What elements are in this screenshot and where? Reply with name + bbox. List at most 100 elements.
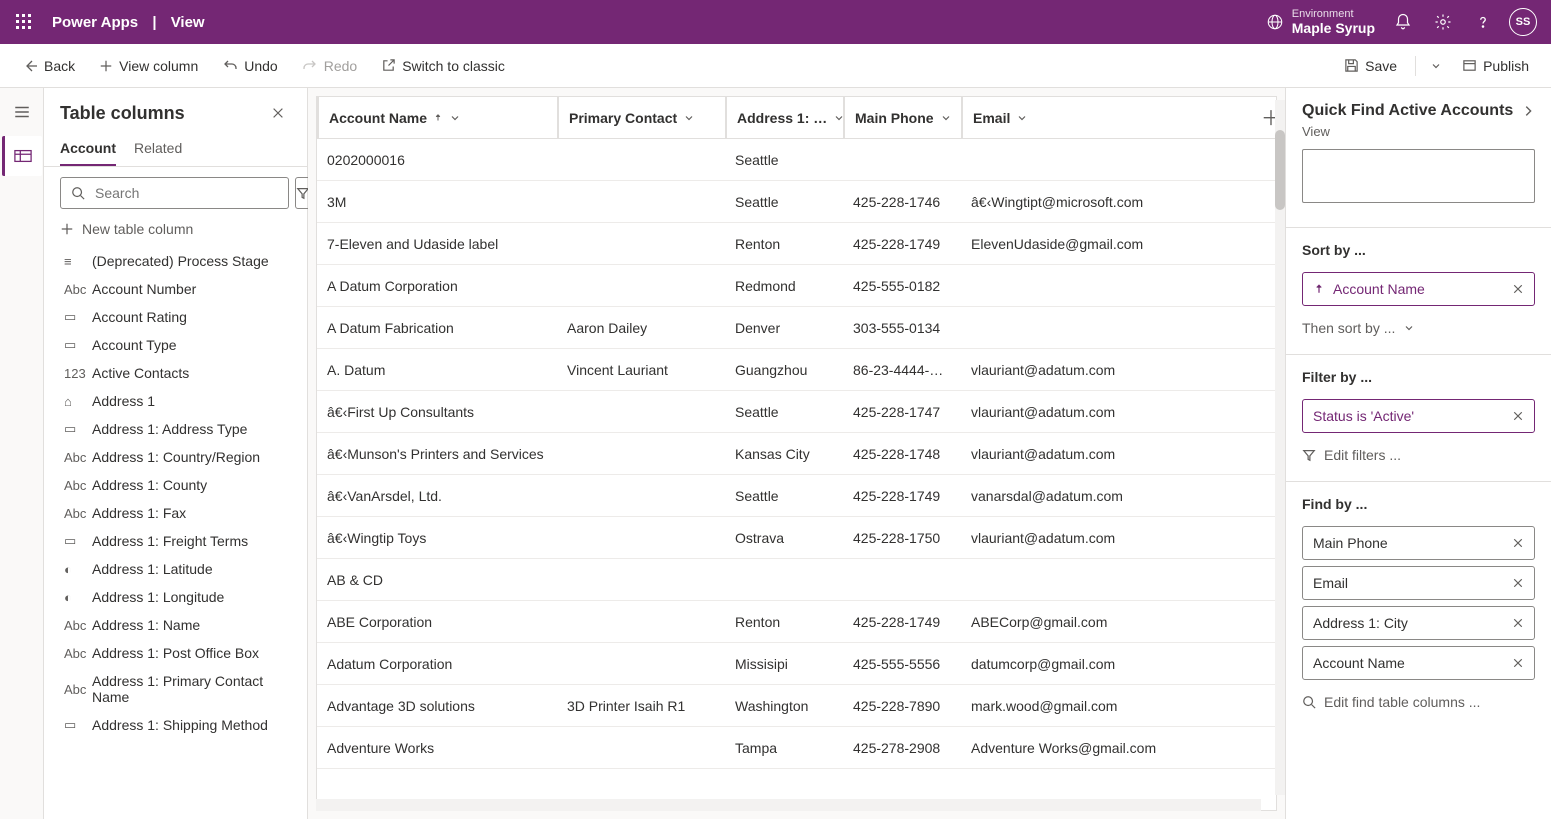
- publish-button[interactable]: Publish: [1452, 50, 1539, 82]
- remove-chip-icon[interactable]: [1512, 537, 1524, 549]
- column-header-primary-contact[interactable]: Primary Contact: [557, 97, 725, 138]
- table-row[interactable]: â€‹Wingtip ToysOstrava425-228-1750vlauri…: [317, 517, 1276, 559]
- column-item[interactable]: ▭Address 1: Address Type: [60, 415, 299, 443]
- table-row[interactable]: A Datum CorporationRedmond425-555-0182: [317, 265, 1276, 307]
- table-row[interactable]: Adventure WorksTampa425-278-2908Adventur…: [317, 727, 1276, 769]
- vertical-scrollbar[interactable]: [1275, 100, 1285, 795]
- column-item[interactable]: AbcAddress 1: Post Office Box: [60, 639, 299, 667]
- table-row[interactable]: 7-Eleven and Udaside labelRenton425-228-…: [317, 223, 1276, 265]
- help-icon[interactable]: [1463, 2, 1503, 42]
- column-item[interactable]: ▭Account Type: [60, 331, 299, 359]
- undo-button[interactable]: Undo: [212, 50, 287, 82]
- filter-by-heading: Filter by ...: [1286, 361, 1551, 393]
- table-cell: Advantage 3D solutions: [317, 698, 557, 714]
- table-row[interactable]: AB & CD: [317, 559, 1276, 601]
- column-header-email[interactable]: Email: [961, 97, 1276, 138]
- table-row[interactable]: â€‹First Up ConsultantsSeattle425-228-17…: [317, 391, 1276, 433]
- chevron-down-icon[interactable]: [833, 112, 843, 124]
- then-sort-by-button[interactable]: Then sort by ...: [1286, 312, 1551, 344]
- column-item[interactable]: ◐Address 1: Latitude: [60, 555, 299, 583]
- avatar-button[interactable]: SS: [1503, 2, 1543, 42]
- chevron-down-icon[interactable]: [449, 112, 461, 124]
- switch-classic-button[interactable]: Switch to classic: [371, 50, 515, 82]
- horizontal-scrollbar[interactable]: [316, 799, 1261, 811]
- chevron-down-icon[interactable]: [1016, 112, 1028, 124]
- table-cell: Missisipi: [725, 656, 843, 672]
- name-input[interactable]: [1302, 149, 1535, 203]
- find-chip[interactable]: Address 1: City: [1302, 606, 1535, 640]
- find-chip[interactable]: Account Name: [1302, 646, 1535, 680]
- field-type-icon: Abc: [64, 682, 82, 697]
- environment-selector[interactable]: Environment Maple Syrup: [1266, 8, 1375, 37]
- column-item[interactable]: ▭Address 1: Freight Terms: [60, 527, 299, 555]
- hamburger-icon[interactable]: [2, 92, 42, 132]
- table-cell: A Datum Fabrication: [317, 320, 557, 336]
- table-cell: mark.wood@gmail.com: [961, 698, 1276, 714]
- sort-by-heading: Sort by ...: [1286, 234, 1551, 266]
- chevron-down-icon[interactable]: [940, 112, 952, 124]
- view-column-button[interactable]: View column: [89, 50, 208, 82]
- column-item[interactable]: ◐Address 1: Longitude: [60, 583, 299, 611]
- column-item[interactable]: ⌂Address 1: [60, 387, 299, 415]
- column-item[interactable]: AbcAddress 1: Primary Contact Name: [60, 667, 299, 711]
- collapse-panel-button[interactable]: [1521, 104, 1535, 118]
- table-cell: 425-555-0182: [843, 278, 961, 294]
- sort-chip-account-name[interactable]: Account Name: [1302, 272, 1535, 306]
- filter-chip-status-active[interactable]: Status is 'Active': [1302, 399, 1535, 433]
- search-field[interactable]: [93, 184, 278, 202]
- column-item[interactable]: 123Active Contacts: [60, 359, 299, 387]
- table-cell: 425-228-1747: [843, 404, 961, 420]
- publish-icon: [1462, 58, 1477, 73]
- save-button[interactable]: Save: [1334, 50, 1407, 82]
- table-cell: vlauriant@adatum.com: [961, 530, 1276, 546]
- table-row[interactable]: â€‹VanArsdel, Ltd.Seattle425-228-1749van…: [317, 475, 1276, 517]
- remove-chip-icon[interactable]: [1512, 577, 1524, 589]
- find-chip[interactable]: Email: [1302, 566, 1535, 600]
- column-header-address[interactable]: Address 1: …: [725, 97, 843, 138]
- table-row[interactable]: 0202000016Seattle: [317, 139, 1276, 181]
- remove-chip-icon[interactable]: [1512, 617, 1524, 629]
- table-row[interactable]: Adatum CorporationMissisipi425-555-5556d…: [317, 643, 1276, 685]
- edit-find-columns-button[interactable]: Edit find table columns ...: [1286, 686, 1551, 718]
- column-item[interactable]: ≡(Deprecated) Process Stage: [60, 247, 299, 275]
- columns-tool-icon[interactable]: [2, 136, 42, 176]
- close-panel-button[interactable]: [265, 102, 291, 124]
- column-item-label: (Deprecated) Process Stage: [92, 253, 269, 269]
- table-row[interactable]: 3MSeattle425-228-1746â€‹Wingtipt@microso…: [317, 181, 1276, 223]
- column-item[interactable]: AbcAddress 1: County: [60, 471, 299, 499]
- settings-icon[interactable]: [1423, 2, 1463, 42]
- column-item[interactable]: AbcAccount Number: [60, 275, 299, 303]
- remove-chip-icon[interactable]: [1512, 410, 1524, 422]
- back-button[interactable]: Back: [12, 50, 85, 82]
- waffle-icon[interactable]: [8, 6, 40, 38]
- external-link-icon: [381, 58, 396, 73]
- find-chip[interactable]: Main Phone: [1302, 526, 1535, 560]
- column-item[interactable]: ▭Account Rating: [60, 303, 299, 331]
- column-item[interactable]: AbcAddress 1: Name: [60, 611, 299, 639]
- table-cell: â€‹Wingtip Toys: [317, 530, 557, 546]
- table-row[interactable]: A. DatumVincent LauriantGuangzhou86-23-4…: [317, 349, 1276, 391]
- table-row[interactable]: Advantage 3D solutions3D Printer Isaih R…: [317, 685, 1276, 727]
- notifications-icon[interactable]: [1383, 2, 1423, 42]
- remove-chip-icon[interactable]: [1512, 657, 1524, 669]
- tab-account[interactable]: Account: [60, 132, 116, 166]
- table-row[interactable]: â€‹Munson's Printers and ServicesKansas …: [317, 433, 1276, 475]
- column-list[interactable]: ≡(Deprecated) Process StageAbcAccount Nu…: [44, 247, 307, 819]
- column-item[interactable]: AbcAddress 1: Fax: [60, 499, 299, 527]
- table-row[interactable]: A Datum FabricationAaron DaileyDenver303…: [317, 307, 1276, 349]
- edit-filters-button[interactable]: Edit filters ...: [1286, 439, 1551, 471]
- column-item[interactable]: AbcAddress 1: Country/Region: [60, 443, 299, 471]
- chevron-down-icon[interactable]: [683, 112, 695, 124]
- search-input[interactable]: [60, 177, 289, 209]
- table-row[interactable]: ABE CorporationRenton425-228-1749ABECorp…: [317, 601, 1276, 643]
- column-header-main-phone[interactable]: Main Phone: [843, 97, 961, 138]
- new-table-column-button[interactable]: New table column: [44, 215, 307, 247]
- save-more-button[interactable]: [1424, 50, 1448, 82]
- column-item[interactable]: ▭Address 1: Shipping Method: [60, 711, 299, 739]
- tab-related[interactable]: Related: [134, 132, 182, 166]
- save-icon: [1344, 58, 1359, 73]
- grid-body[interactable]: 0202000016Seattle3MSeattle425-228-1746â€…: [317, 139, 1276, 810]
- column-header-account-name[interactable]: Account Name: [317, 97, 557, 138]
- remove-chip-icon[interactable]: [1512, 283, 1524, 295]
- edit-find-label: Edit find table columns ...: [1324, 694, 1480, 710]
